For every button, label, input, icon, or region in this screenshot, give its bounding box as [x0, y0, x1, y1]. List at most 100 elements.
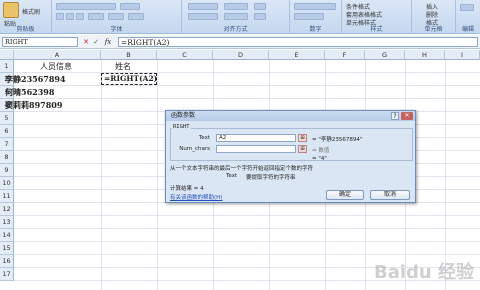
- fill-color-button[interactable]: [108, 13, 124, 20]
- clipboard-group-label: 剪贴板: [16, 26, 35, 33]
- bold-button[interactable]: [56, 13, 64, 20]
- row-header[interactable]: 8: [0, 151, 14, 164]
- row-header[interactable]: 14: [0, 229, 14, 242]
- column-header-f[interactable]: F: [325, 50, 365, 60]
- row-line: [14, 241, 480, 242]
- styles-group: 条件格式 套用表格格式 单元格样式 样式: [342, 0, 412, 34]
- number-format-select[interactable]: [294, 3, 336, 10]
- column-header-a[interactable]: A: [14, 50, 101, 60]
- column-header-g[interactable]: G: [365, 50, 405, 60]
- vertical-align-buttons[interactable]: [188, 3, 218, 10]
- indent-buttons[interactable]: [224, 13, 248, 20]
- cell-a2[interactable]: 李静23567894: [5, 74, 66, 85]
- cell-b1[interactable]: 姓名: [115, 61, 131, 72]
- wrap-text-button[interactable]: [254, 3, 266, 10]
- font-group: 字体: [52, 0, 182, 34]
- row-line: [14, 85, 480, 86]
- function-arguments-dialog: 函数参数 ? ✕ RIGHT Text A2 ⊞ = "李静23567894" …: [165, 110, 416, 203]
- styles-group-label: 样式: [370, 26, 383, 33]
- row-line: [14, 98, 480, 99]
- row-header[interactable]: 17: [0, 268, 14, 281]
- name-box[interactable]: RIGHT: [2, 37, 78, 47]
- number-group: 数字: [290, 0, 342, 34]
- collapse-dialog-icon[interactable]: ⊞: [298, 145, 307, 153]
- dialog-title: 函数参数: [166, 111, 415, 121]
- row-header[interactable]: 16: [0, 255, 14, 268]
- ribbon: 粘贴 格式刷 剪贴板 字体 对齐方式 数字 条件格式 套用表格格式 单元格样式 …: [0, 0, 480, 34]
- row-header[interactable]: 11: [0, 190, 14, 203]
- cancel-button[interactable]: 取消: [370, 190, 410, 200]
- row-header[interactable]: 1: [0, 60, 14, 73]
- formula-input[interactable]: =RIGHT(A2): [118, 37, 478, 47]
- cancel-icon[interactable]: ✕: [82, 38, 90, 46]
- sum-button[interactable]: [460, 4, 474, 11]
- arg-desc-name: Text: [226, 173, 238, 179]
- paste-icon[interactable]: [3, 2, 19, 18]
- cell-a4[interactable]: 窦莉莉897809: [5, 100, 62, 111]
- row-header[interactable]: 15: [0, 242, 14, 255]
- row-header[interactable]: 5: [0, 112, 14, 125]
- row-line: [14, 228, 480, 229]
- column-header-c[interactable]: C: [157, 50, 213, 60]
- cells-group-label: 单元格: [424, 26, 443, 33]
- collapse-dialog-icon[interactable]: ⊞: [298, 134, 307, 142]
- format-painter-button[interactable]: 格式刷: [22, 7, 40, 16]
- cells-group: 插入 删除 格式 单元格: [412, 0, 456, 34]
- help-link[interactable]: 有关该函数的帮助(H): [170, 193, 222, 201]
- alignment-group: 对齐方式: [182, 0, 290, 34]
- formula-bar: RIGHT ✕ ✓ fx =RIGHT(A2): [0, 35, 480, 49]
- function-description: 从一个文本字符串的最后一个字符开始返回指定个数的字符: [170, 166, 314, 172]
- row-line: [14, 215, 480, 216]
- column-header-b[interactable]: B: [101, 50, 157, 60]
- text-arg-input[interactable]: A2: [216, 134, 296, 142]
- watermark: Baidu 经验: [373, 262, 474, 283]
- row-header[interactable]: 9: [0, 164, 14, 177]
- cell-a3[interactable]: 何晴562398: [5, 87, 54, 98]
- column-header-h[interactable]: H: [405, 50, 445, 60]
- column-line: [445, 60, 446, 290]
- underline-button[interactable]: [76, 13, 84, 20]
- cell-a1[interactable]: 人员信息: [40, 61, 72, 72]
- arg-description: 要提取字符的字符串: [246, 175, 296, 181]
- column-header-d[interactable]: D: [213, 50, 269, 60]
- editing-group: 编辑: [456, 0, 480, 34]
- italic-button[interactable]: [66, 13, 74, 20]
- font-name-select[interactable]: [56, 3, 116, 10]
- ok-button[interactable]: 确定: [326, 190, 364, 200]
- column-line: [157, 60, 158, 290]
- column-header-i[interactable]: I: [445, 50, 480, 60]
- cell-b2[interactable]: =RIGHT(A2): [104, 74, 157, 83]
- row-line: [14, 72, 480, 73]
- merge-button[interactable]: [254, 13, 266, 20]
- num-chars-arg-result: = 数值: [312, 148, 330, 154]
- arg-label-text: Text: [198, 135, 210, 141]
- orientation-button[interactable]: [224, 3, 248, 10]
- clipboard-group: 粘贴 格式刷 剪贴板: [0, 0, 52, 34]
- font-size-select[interactable]: [120, 3, 140, 10]
- row-header[interactable]: 7: [0, 138, 14, 151]
- row-header[interactable]: 10: [0, 177, 14, 190]
- row-header[interactable]: 6: [0, 125, 14, 138]
- column-header-e[interactable]: E: [269, 50, 325, 60]
- number-group-label: 数字: [309, 26, 322, 33]
- function-name: RIGHT: [172, 124, 191, 130]
- help-icon[interactable]: ?: [391, 112, 399, 120]
- column-line: [101, 60, 102, 290]
- enter-icon[interactable]: ✓: [92, 38, 100, 46]
- arg-label-num-chars: Num_chars: [179, 146, 210, 152]
- font-group-label: 字体: [110, 26, 123, 33]
- border-button[interactable]: [88, 13, 104, 20]
- row-header[interactable]: 12: [0, 203, 14, 216]
- overall-result: = "4": [312, 156, 327, 162]
- close-icon[interactable]: ✕: [401, 112, 413, 120]
- text-arg-result: = "李静23567894": [312, 137, 363, 143]
- select-all-corner[interactable]: [0, 50, 14, 60]
- insert-function-icon[interactable]: fx: [102, 38, 114, 46]
- row-header[interactable]: 13: [0, 216, 14, 229]
- alignment-group-label: 对齐方式: [223, 26, 248, 33]
- num-chars-arg-input[interactable]: [216, 145, 296, 153]
- row-line: [14, 254, 480, 255]
- font-color-button[interactable]: [128, 13, 144, 20]
- number-format-buttons[interactable]: [294, 13, 324, 20]
- horizontal-align-buttons[interactable]: [188, 13, 218, 20]
